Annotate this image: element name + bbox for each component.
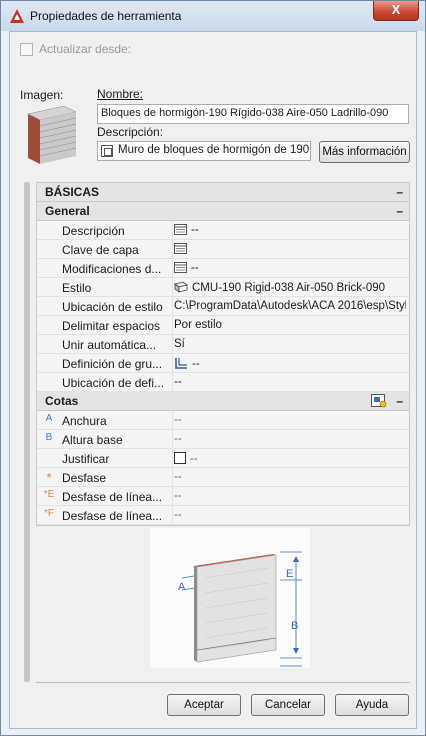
collapse-icon[interactable]: – — [396, 202, 403, 221]
property-value[interactable]: Sí — [174, 338, 406, 350]
property-row-style[interactable]: Estilo CMU-190 Rigid-038 Air-050 Brick-0… — [37, 278, 409, 297]
property-name: Unir automática... — [62, 338, 157, 352]
worksheet-icon[interactable] — [174, 243, 187, 254]
property-name: Ubicación de defi... — [62, 376, 165, 390]
close-button[interactable]: X — [373, 1, 419, 21]
property-row-baseline-offset-e[interactable]: *E Desfase de línea... -- — [37, 487, 409, 506]
property-row-width[interactable]: A Anchura -- — [37, 411, 409, 430]
property-value[interactable]: -- — [174, 471, 406, 483]
accept-button[interactable]: Aceptar — [167, 694, 241, 716]
diagram-label-b: B — [291, 620, 298, 632]
worksheet-icon[interactable] — [174, 224, 187, 235]
cleanup-group-icon — [175, 358, 187, 369]
name-label: Nombre: — [97, 87, 144, 101]
description-field[interactable]: Muro de bloques de hormigón de 190 mm — [97, 141, 311, 161]
property-row-offset[interactable]: * Desfase -- — [37, 468, 409, 487]
property-row-layer-key[interactable]: Clave de capa — [37, 240, 409, 259]
cancel-button[interactable]: Cancelar — [251, 694, 325, 716]
description-label: Descripción: — [97, 125, 164, 139]
grid-bottom-divider — [36, 682, 410, 683]
property-row-definition-location[interactable]: Ubicación de defi... -- — [37, 373, 409, 392]
property-value[interactable]: -- — [174, 509, 406, 521]
dimension-marker-e: *E — [43, 489, 55, 500]
dimension-marker-a: A — [45, 413, 53, 424]
property-row-baseline-offset-f[interactable]: *F Desfase de línea... -- — [37, 506, 409, 525]
property-value[interactable]: CMU-190 Rigid-038 Air-050 Brick-090 — [174, 281, 406, 294]
wall-style-icon — [174, 281, 188, 293]
tool-properties-dialog: Propiedades de herramienta X Actualizar … — [0, 0, 426, 736]
diagram-label-e: E — [286, 568, 293, 580]
property-value[interactable]: Por estilo — [174, 319, 406, 331]
window-title: Propiedades de herramienta — [30, 9, 182, 23]
property-value[interactable]: -- — [174, 262, 406, 274]
palette-scroll-strip[interactable] — [24, 182, 30, 682]
section-dimensions[interactable]: Cotas – — [37, 392, 409, 411]
property-row-cleanup-group-definition[interactable]: Definición de gru... -- — [37, 354, 409, 373]
title-bar[interactable]: Propiedades de herramienta X — [1, 1, 425, 31]
dimension-marker-b: B — [45, 432, 53, 443]
autodesk-app-icon — [10, 9, 24, 23]
property-value[interactable]: -- — [174, 414, 406, 426]
dimension-marker-offset: * — [46, 470, 52, 485]
properties-grid: BÁSICAS – General – Descripción -- Clave… — [36, 182, 410, 526]
wall-image-thumbnail[interactable] — [24, 104, 80, 166]
dimension-marker-f: *F — [44, 508, 54, 519]
help-button[interactable]: Ayuda — [335, 694, 409, 716]
section-general-title: General — [45, 204, 90, 218]
property-row-bound-spaces[interactable]: Delimitar espacios Por estilo — [37, 316, 409, 335]
close-icon: X — [391, 2, 401, 17]
property-name: Altura base — [62, 433, 123, 447]
more-info-button[interactable]: Más información — [319, 141, 410, 163]
quick-select-icon[interactable] — [371, 394, 387, 408]
property-row-style-location[interactable]: Ubicación de estilo C:\ProgramData\Autod… — [37, 297, 409, 316]
property-row-base-height[interactable]: B Altura base -- — [37, 430, 409, 449]
property-name: Desfase — [62, 471, 107, 485]
justify-checkbox-icon[interactable] — [174, 452, 186, 464]
property-value[interactable]: -- — [174, 357, 406, 370]
property-name: Justificar — [62, 452, 110, 466]
description-value: Muro de bloques de hormigón de 190 mm — [118, 144, 311, 156]
property-value[interactable]: -- — [174, 452, 406, 465]
wall-dimensions-diagram: A B E F — [150, 528, 310, 668]
dialog-body: Actualizar desde: Imagen: Nombre: Bloque… — [9, 31, 417, 729]
property-row-cleanup-auto[interactable]: Unir automática... Sí — [37, 335, 409, 354]
property-value[interactable]: -- — [174, 376, 406, 388]
name-field[interactable]: Bloques de hormigón-190 Rígido-038 Aire-… — [97, 104, 409, 124]
property-name: Delimitar espacios — [62, 319, 161, 333]
image-label: Imagen: — [20, 88, 64, 102]
update-from-checkbox[interactable] — [20, 42, 33, 56]
section-dimensions-title: Cotas — [45, 394, 79, 408]
property-row-layer-overrides[interactable]: Modificaciones d... -- — [37, 259, 409, 278]
property-value[interactable] — [174, 243, 406, 255]
diagram-label-a: A — [178, 581, 186, 593]
property-name: Estilo — [62, 281, 92, 295]
property-row-justify[interactable]: Justificar -- — [37, 449, 409, 468]
property-name: Desfase de línea... — [62, 490, 163, 504]
worksheet-icon[interactable] — [174, 262, 187, 273]
property-value[interactable]: -- — [174, 433, 406, 445]
property-name: Anchura — [62, 414, 107, 428]
property-row-description[interactable]: Descripción -- — [37, 221, 409, 240]
section-basic-title: BÁSICAS — [45, 185, 100, 199]
property-name: Definición de gru... — [62, 357, 163, 371]
property-name: Desfase de línea... — [62, 509, 163, 523]
update-from-label: Actualizar desde: — [39, 42, 132, 56]
property-name: Ubicación de estilo — [62, 300, 163, 314]
property-name: Modificaciones d... — [62, 262, 162, 276]
property-name: Descripción — [62, 224, 125, 238]
property-name: Clave de capa — [62, 243, 139, 257]
section-general[interactable]: General – — [37, 202, 409, 221]
collapse-icon[interactable]: – — [396, 183, 403, 202]
property-value[interactable]: -- — [174, 224, 406, 236]
property-value[interactable]: -- — [174, 490, 406, 502]
property-value[interactable]: C:\ProgramData\Autodesk\ACA 2016\esp\Sty… — [174, 300, 406, 312]
section-basic[interactable]: BÁSICAS – — [37, 183, 409, 202]
update-from-row: Actualizar desde: — [20, 42, 131, 56]
collapse-icon[interactable]: – — [396, 392, 403, 411]
description-edit-icon[interactable] — [101, 145, 113, 157]
